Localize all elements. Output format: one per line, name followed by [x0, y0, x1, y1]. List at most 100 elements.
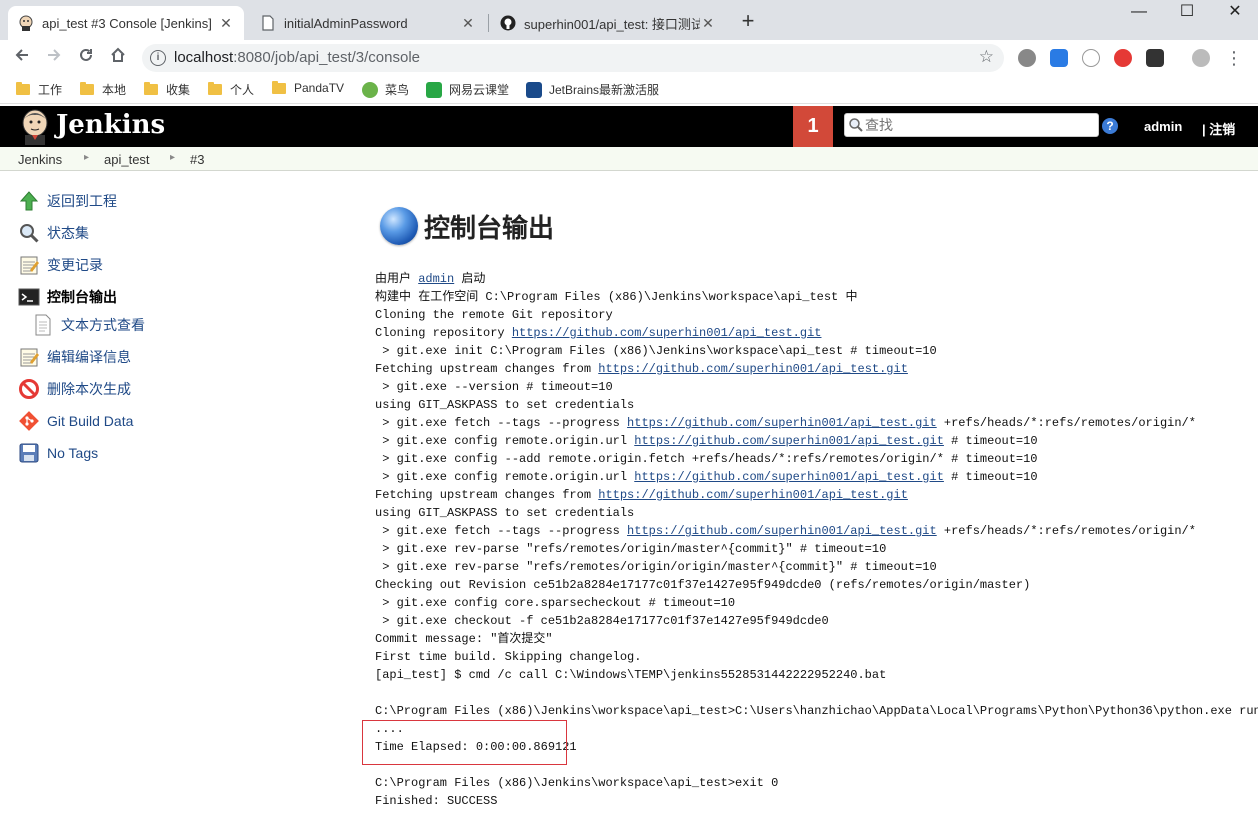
extension-blue-icon[interactable] — [1050, 49, 1068, 67]
forward-icon[interactable] — [42, 46, 66, 70]
page-icon — [260, 15, 276, 31]
side-item-git-build-data[interactable]: Git Build Data — [18, 410, 133, 432]
close-window-button[interactable]: ✕ — [1212, 0, 1258, 26]
console-line: > git.exe fetch --tags --progress https:… — [375, 524, 1196, 538]
console-line: > git.exe fetch --tags --progress https:… — [375, 416, 1196, 430]
address-bar[interactable]: i localhost:8080/job/api_test/3/console … — [142, 44, 1004, 72]
side-item-back-to-project[interactable]: 返回到工程 — [18, 190, 117, 212]
tab-initial-admin-password[interactable]: initialAdminPassword ✕ — [250, 6, 486, 40]
console-line: > git.exe config core.sparsecheckout # t… — [375, 596, 736, 610]
side-item-label: 控制台输出 — [47, 289, 117, 305]
user-link[interactable]: admin — [418, 272, 454, 286]
repo-link[interactable]: https://github.com/superhin001/api_test.… — [627, 416, 937, 430]
bookmark-item[interactable]: 收集 — [144, 81, 190, 98]
folder-icon — [272, 80, 286, 94]
bookmarks-bar: 工作 本地 收集 个人 PandaTV 菜鸟 网易云课堂 JetBrains最新… — [0, 76, 1258, 104]
console-line: Commit message: "首次提交" — [375, 632, 553, 646]
repo-link[interactable]: https://github.com/superhin001/api_test.… — [598, 488, 908, 502]
side-item-no-tags[interactable]: No Tags — [18, 442, 98, 464]
console-line: First time build. Skipping changelog. — [375, 650, 642, 664]
git-icon — [18, 410, 40, 432]
new-tab-button[interactable]: + — [736, 10, 760, 34]
maximize-button[interactable]: ☐ — [1164, 0, 1210, 26]
repo-link[interactable]: https://github.com/superhin001/api_test.… — [634, 434, 944, 448]
side-item-changes[interactable]: 变更记录 — [18, 254, 103, 276]
bookmark-item[interactable]: 本地 — [80, 81, 126, 98]
breadcrumb: Jenkins ▸ api_test ▸ #3 — [0, 147, 1258, 171]
runoob-icon — [362, 81, 378, 98]
notification-badge[interactable]: 1 — [793, 106, 833, 147]
menu-icon[interactable]: ⋮ — [1222, 46, 1246, 70]
reload-icon[interactable] — [74, 46, 98, 70]
tab-label: initialAdminPassword — [284, 15, 408, 31]
folder-icon — [80, 82, 94, 95]
console-line: Fetching upstream changes from https://g… — [375, 488, 908, 502]
repo-link[interactable]: https://github.com/superhin001/api_test.… — [627, 524, 937, 538]
magnifier-icon — [18, 222, 40, 244]
page-title: 控制台输出 — [380, 207, 554, 245]
bookmark-item[interactable]: PandaTV — [272, 80, 344, 95]
side-item-delete-build[interactable]: 删除本次生成 — [18, 378, 131, 400]
info-icon[interactable]: i — [150, 50, 166, 66]
breadcrumb-item[interactable]: api_test — [104, 152, 150, 167]
close-icon[interactable]: ✕ — [460, 15, 476, 32]
extension-tomato-icon[interactable] — [1018, 49, 1036, 67]
bookmark-item[interactable]: 菜鸟 — [362, 81, 409, 98]
help-icon[interactable]: ? — [1102, 118, 1118, 134]
logout-link[interactable]: | 注销 — [1202, 119, 1235, 138]
console-line: C:\Program Files (x86)\Jenkins\workspace… — [375, 776, 779, 790]
minimize-button[interactable]: — — [1116, 0, 1162, 26]
bookmark-item[interactable]: JetBrains最新激活服 — [526, 81, 659, 98]
side-item-edit-build-info[interactable]: 编辑编译信息 — [18, 346, 131, 368]
extension-selenium-icon[interactable] — [1146, 49, 1164, 67]
back-icon[interactable] — [10, 46, 34, 70]
console-line: > git.exe config remote.origin.url https… — [375, 470, 1038, 484]
side-item-label: Git Build Data — [47, 413, 134, 429]
home-icon[interactable] — [106, 46, 130, 70]
side-item-label: 文本方式查看 — [61, 317, 145, 333]
bookmark-item[interactable]: 网易云课堂 — [426, 81, 509, 98]
notepad-icon — [18, 254, 40, 276]
side-item-label: 变更记录 — [47, 257, 103, 273]
bookmark-item[interactable]: 工作 — [16, 81, 62, 98]
search-input[interactable] — [865, 116, 1090, 134]
side-item-label: 返回到工程 — [47, 193, 117, 209]
breadcrumb-separator-icon[interactable]: ▸ — [84, 152, 89, 163]
breadcrumb-item[interactable]: Jenkins — [18, 152, 62, 167]
console-line: > git.exe config remote.origin.url https… — [375, 434, 1038, 448]
repo-link[interactable]: https://github.com/superhin001/api_test.… — [512, 326, 822, 340]
side-item-plain-text[interactable]: 文本方式查看 — [32, 314, 145, 336]
netease-icon — [426, 81, 442, 98]
console-line: C:\Program Files (x86)\Jenkins\workspace… — [375, 704, 1258, 718]
extension-circle-icon[interactable] — [1082, 49, 1100, 67]
save-icon — [18, 442, 40, 464]
bookmark-item[interactable]: 个人 — [208, 81, 254, 98]
folder-icon — [144, 82, 158, 95]
console-line: [api_test] $ cmd /c call C:\Windows\TEMP… — [375, 668, 887, 682]
breadcrumb-item[interactable]: #3 — [190, 152, 204, 167]
close-icon[interactable]: ✕ — [700, 15, 716, 32]
terminal-icon — [18, 286, 40, 308]
tab-github[interactable]: superhin001/api_test: 接口测试 ✕ — [490, 6, 726, 40]
side-item-console-output[interactable]: 控制台输出 — [18, 286, 117, 308]
console-line: using GIT_ASKPASS to set credentials — [375, 506, 635, 520]
console-line: > git.exe init C:\Program Files (x86)\Je… — [375, 344, 937, 358]
browser-toolbar: i localhost:8080/job/api_test/3/console … — [0, 40, 1258, 76]
repo-link[interactable]: https://github.com/superhin001/api_test.… — [598, 362, 908, 376]
side-item-status[interactable]: 状态集 — [18, 222, 89, 244]
console-line: > git.exe --version # timeout=10 — [375, 380, 613, 394]
console-line: > git.exe rev-parse "refs/remotes/origin… — [375, 542, 887, 556]
url-text: localhost:8080/job/api_test/3/console — [174, 49, 421, 66]
bookmark-star-icon[interactable]: ☆ — [979, 47, 994, 67]
breadcrumb-separator-icon[interactable]: ▸ — [170, 152, 175, 163]
repo-link[interactable]: https://github.com/superhin001/api_test.… — [634, 470, 944, 484]
folder-icon — [208, 82, 222, 95]
extension-red-icon[interactable] — [1114, 49, 1132, 67]
jenkins-brand[interactable]: Jenkins — [56, 110, 165, 140]
jenkins-logo-icon[interactable] — [18, 109, 52, 145]
notepad-edit-icon — [18, 346, 40, 368]
profile-avatar[interactable] — [1192, 49, 1210, 67]
close-icon[interactable]: ✕ — [218, 15, 234, 32]
user-link[interactable]: admin — [1144, 119, 1182, 134]
tab-jenkins-console[interactable]: api_test #3 Console [Jenkins] ✕ — [8, 6, 244, 40]
